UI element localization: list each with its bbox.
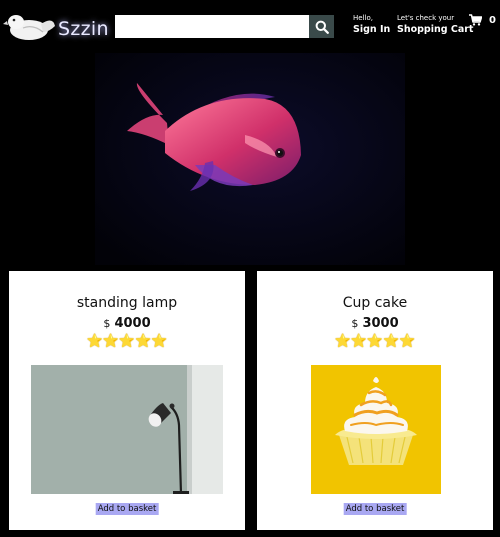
- product-card: standing lamp $ 4000 ⭐⭐⭐⭐⭐ Add to basket: [9, 271, 245, 530]
- add-to-basket-button[interactable]: Add to basket: [343, 503, 407, 515]
- price-currency: $: [103, 317, 111, 330]
- product-price: $ 4000: [9, 316, 245, 331]
- standing-lamp-image: [31, 365, 223, 495]
- product-rating: ⭐⭐⭐⭐⭐: [334, 334, 416, 349]
- product-price: $ 3000: [257, 316, 493, 331]
- logo[interactable]: Szzin: [3, 6, 111, 46]
- search-bar: [115, 15, 334, 38]
- nav-sign-in-line1: Hello,: [353, 14, 373, 22]
- product-image: [311, 365, 441, 498]
- cupcake-image: [311, 365, 441, 494]
- product-image: [31, 365, 223, 498]
- nav-shopping-cart[interactable]: Let's check your Shopping Cart: [397, 14, 473, 36]
- nav-cart-line1: Let's check your: [397, 14, 455, 22]
- search-icon: [315, 20, 329, 34]
- price-currency: $: [351, 317, 359, 330]
- search-button[interactable]: [309, 15, 334, 38]
- nav-sign-in-line2: Sign In: [353, 24, 391, 36]
- add-to-basket-button[interactable]: Add to basket: [95, 503, 159, 515]
- fish-banner-image: [95, 53, 405, 265]
- header: Szzin Hello, Sign In Let's check your Sh…: [0, 0, 500, 52]
- banner: [95, 53, 405, 265]
- product-card: Cup cake $ 3000 ⭐⭐⭐⭐⭐ Add to basket: [257, 271, 493, 530]
- shopping-cart-icon: [469, 14, 482, 26]
- cart-count: 0: [489, 14, 496, 26]
- product-title: Cup cake: [342, 295, 408, 311]
- nav-sign-in[interactable]: Hello, Sign In: [353, 14, 390, 36]
- product-rating: ⭐⭐⭐⭐⭐: [86, 334, 168, 349]
- cart-button[interactable]: 0: [469, 14, 496, 26]
- nav-cart-line2: Shopping Cart: [397, 24, 474, 36]
- product-title: standing lamp: [76, 295, 178, 311]
- price-value: 4000: [114, 316, 151, 331]
- price-value: 3000: [362, 316, 399, 331]
- duck-logo-icon: [3, 15, 55, 40]
- search-input[interactable]: [115, 15, 309, 38]
- logo-text: Szzin: [58, 18, 109, 40]
